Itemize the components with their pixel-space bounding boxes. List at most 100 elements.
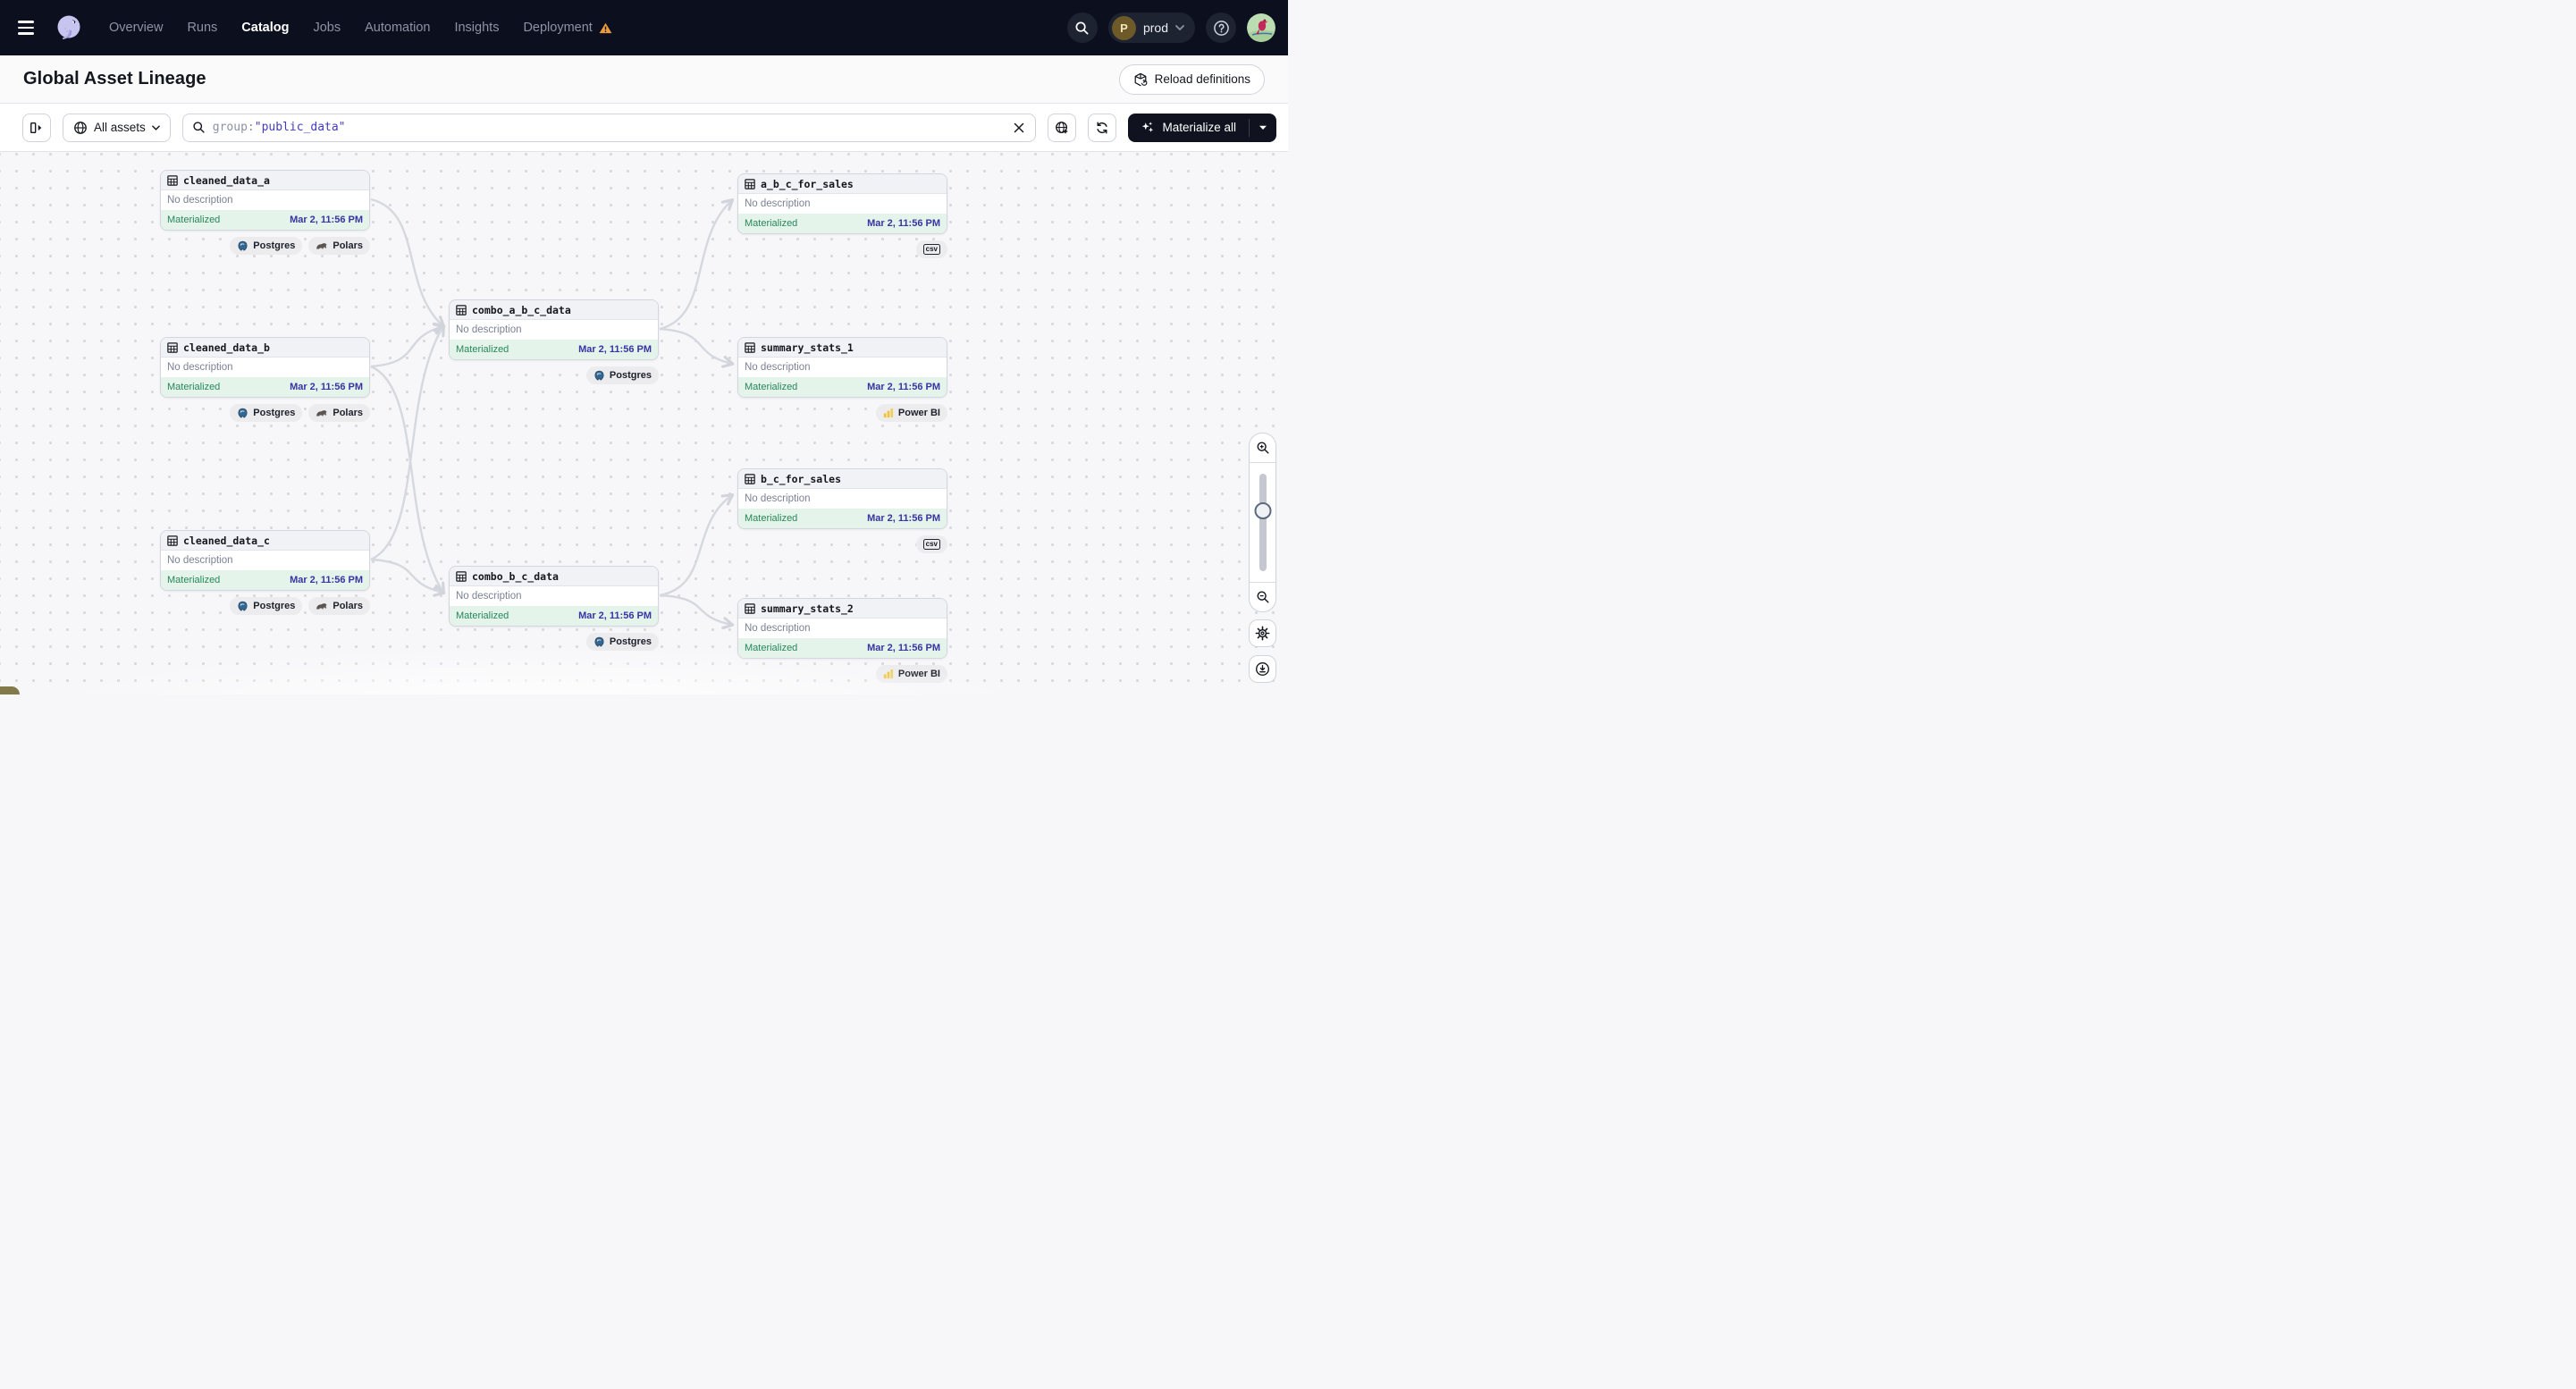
asset-timestamp[interactable]: Mar 2, 11:56 PM xyxy=(290,575,363,585)
asset-status: Materialized xyxy=(456,344,509,355)
environment-switcher[interactable]: P prod xyxy=(1108,13,1195,43)
asset-description: No description xyxy=(161,190,369,210)
tag-csv[interactable]: csv xyxy=(916,240,947,258)
asset-tags: Postgres xyxy=(449,366,659,384)
zoom-in-icon xyxy=(1256,441,1270,455)
asset-description: No description xyxy=(161,551,369,570)
top-nav: Overview Runs Catalog Jobs Automation Insight… xyxy=(0,0,1288,55)
asset-timestamp[interactable]: Mar 2, 11:56 PM xyxy=(867,382,940,392)
tag-postgres[interactable]: Postgres xyxy=(230,597,302,615)
search-query: group:"public_data" xyxy=(213,121,1006,134)
asset-timestamp[interactable]: Mar 2, 11:56 PM xyxy=(867,218,940,229)
tag-polars[interactable]: Polars xyxy=(308,237,370,255)
clear-search-icon[interactable] xyxy=(1012,122,1026,133)
dagster-logo[interactable] xyxy=(55,14,82,41)
asset-timestamp[interactable]: Mar 2, 11:56 PM xyxy=(578,344,652,355)
user-avatar[interactable] xyxy=(1247,13,1275,42)
asset-node-a_b_c_for_sales[interactable]: a_b_c_for_sales No description Materiali… xyxy=(737,173,947,258)
tag-powerbi[interactable]: Power BI xyxy=(876,665,947,683)
asset-timestamp[interactable]: Mar 2, 11:56 PM xyxy=(578,610,652,621)
nav-item-label: Runs xyxy=(187,21,217,35)
asset-tags: Power BI xyxy=(737,665,947,683)
asset-status: Materialized xyxy=(167,575,220,585)
nav-item-insights[interactable]: Insights xyxy=(454,21,499,35)
postgres-icon xyxy=(237,240,248,252)
asset-description: No description xyxy=(738,358,947,377)
tag-postgres[interactable]: Postgres xyxy=(586,366,659,384)
nav-links: Overview Runs Catalog Jobs Automation Insight… xyxy=(109,21,612,35)
asset-status-bar: Materialized Mar 2, 11:56 PM xyxy=(738,638,947,658)
tag-postgres[interactable]: Postgres xyxy=(230,237,302,255)
materialize-options-button[interactable] xyxy=(1250,114,1276,142)
nav-item-automation[interactable]: Automation xyxy=(365,21,430,35)
reload-definitions-label: Reload definitions xyxy=(1155,72,1250,86)
chevron-down-icon xyxy=(1175,25,1184,30)
asset-tags: Power BI xyxy=(737,404,947,422)
graph-settings-button[interactable] xyxy=(1249,619,1276,647)
asset-timestamp[interactable]: Mar 2, 11:56 PM xyxy=(290,382,363,392)
asset-node-cleaned_data_b[interactable]: cleaned_data_b No description Materializ… xyxy=(160,337,370,422)
tag-postgres[interactable]: Postgres xyxy=(230,404,302,422)
tag-powerbi[interactable]: Power BI xyxy=(876,404,947,422)
nav-item-overview[interactable]: Overview xyxy=(109,21,163,35)
open-left-panel-button[interactable] xyxy=(22,114,51,142)
search-button[interactable] xyxy=(1067,13,1098,43)
asset-node-cleaned_data_a[interactable]: cleaned_data_a No description Materializ… xyxy=(160,170,370,255)
zoom-slider-track[interactable] xyxy=(1259,474,1267,571)
asset-node-cleaned_data_c[interactable]: cleaned_data_c No description Materializ… xyxy=(160,530,370,615)
hamburger-menu-icon[interactable] xyxy=(16,13,46,43)
asset-node-combo_a_b_c_data[interactable]: combo_a_b_c_data No description Material… xyxy=(449,299,659,384)
asset-node-combo_b_c_data[interactable]: combo_b_c_data No description Materializ… xyxy=(449,566,659,651)
download-graph-button[interactable] xyxy=(1249,655,1276,683)
tag-polars[interactable]: Polars xyxy=(308,404,370,422)
tag-postgres[interactable]: Postgres xyxy=(586,633,659,651)
asset-description: No description xyxy=(450,320,658,340)
nav-item-label: Catalog xyxy=(241,21,289,35)
nav-item-runs[interactable]: Runs xyxy=(187,21,217,35)
reload-cube-icon xyxy=(1133,72,1148,87)
tag-csv[interactable]: csv xyxy=(916,535,947,553)
nav-item-catalog[interactable]: Catalog xyxy=(241,21,289,35)
asset-description: No description xyxy=(450,586,658,606)
tag-label: Polars xyxy=(333,240,363,251)
tag-label: Postgres xyxy=(253,240,295,251)
tag-label: Postgres xyxy=(610,370,652,381)
nav-item-label: Overview xyxy=(109,21,163,35)
table-icon xyxy=(456,305,467,316)
zoom-out-button[interactable] xyxy=(1250,582,1275,611)
search-icon xyxy=(1074,21,1090,36)
nav-item-deployment[interactable]: Deployment xyxy=(523,21,611,35)
asset-scope-label: All assets xyxy=(94,121,146,134)
tag-polars[interactable]: Polars xyxy=(308,597,370,615)
asset-description: No description xyxy=(738,194,947,214)
globe-plus-icon xyxy=(1055,121,1069,135)
nav-item-label: Jobs xyxy=(313,21,341,35)
asset-search-input[interactable]: group:"public_data" xyxy=(182,114,1037,142)
lineage-graph-canvas[interactable]: cleaned_data_a No description Materializ… xyxy=(0,152,1288,694)
edge-cleaned_data_b-to-combo_b_c_data xyxy=(371,366,443,593)
zoom-slider[interactable] xyxy=(1250,463,1275,582)
asset-timestamp[interactable]: Mar 2, 11:56 PM xyxy=(867,513,940,524)
asset-name: b_c_for_sales xyxy=(761,473,841,485)
refresh-graph-button[interactable] xyxy=(1088,114,1116,142)
asset-name: combo_a_b_c_data xyxy=(472,304,571,316)
asset-timestamp[interactable]: Mar 2, 11:56 PM xyxy=(867,643,940,653)
materialize-all-button[interactable]: Materialize all xyxy=(1128,114,1249,142)
reload-definitions-button[interactable]: Reload definitions xyxy=(1119,64,1265,95)
gear-icon xyxy=(1255,626,1270,641)
edge-combo_b_c_data-to-summary_stats_2 xyxy=(660,595,732,625)
download-icon xyxy=(1255,661,1270,677)
asset-node-b_c_for_sales[interactable]: b_c_for_sales No description Materialize… xyxy=(737,468,947,553)
zoom-slider-knob[interactable] xyxy=(1254,502,1271,519)
new-asset-group-button[interactable] xyxy=(1048,114,1076,142)
polars-icon xyxy=(316,408,328,417)
nav-item-jobs[interactable]: Jobs xyxy=(313,21,341,35)
help-icon xyxy=(1213,20,1230,37)
zoom-in-button[interactable] xyxy=(1250,434,1275,463)
asset-status: Materialized xyxy=(745,382,797,392)
asset-node-summary_stats_1[interactable]: summary_stats_1 No description Materiali… xyxy=(737,337,947,422)
asset-timestamp[interactable]: Mar 2, 11:56 PM xyxy=(290,215,363,225)
asset-scope-dropdown[interactable]: All assets xyxy=(63,114,171,142)
help-button[interactable] xyxy=(1206,13,1236,43)
asset-node-summary_stats_2[interactable]: summary_stats_2 No description Materiali… xyxy=(737,598,947,683)
